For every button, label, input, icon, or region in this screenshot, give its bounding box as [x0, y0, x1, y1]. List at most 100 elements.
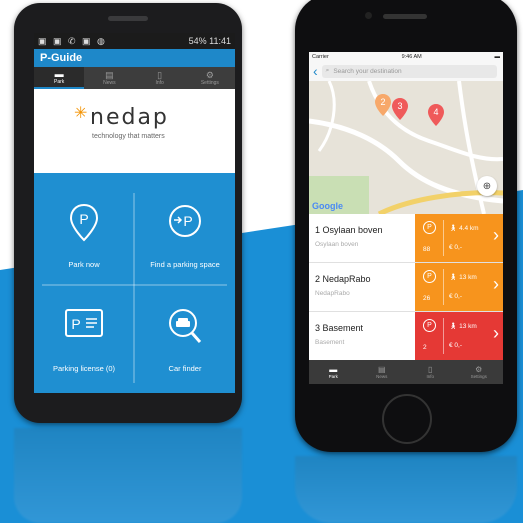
tab-label: News — [376, 374, 388, 379]
back-chevron-icon[interactable]: ‹ — [309, 64, 322, 78]
divider — [443, 318, 444, 354]
iphone: Carrier 9:46 AM ▬ ‹ ⌕ Search your destin… — [295, 0, 517, 452]
status-icons: ▣ ▣ ✆ ▣ ◍ — [38, 35, 107, 46]
parking-icon: P — [423, 319, 436, 332]
tab-label: News — [103, 79, 116, 86]
car-icon: ▬ — [54, 68, 64, 79]
map-marker-2[interactable]: 2 — [374, 93, 392, 117]
garage-name: 2 NedapRabo — [315, 274, 371, 284]
tab-park[interactable]: ▬ Park — [34, 67, 85, 89]
tab-settings[interactable]: ⚙ Settings — [185, 67, 235, 89]
search-input[interactable]: ⌕ Search your destination — [321, 64, 497, 78]
cost: € 0,- — [449, 293, 463, 300]
find-parking-button[interactable]: P Find a parking space — [135, 181, 235, 281]
garage-row[interactable]: 3 Basement Basement P 2 🚶︎ 13 km € 0,- › — [309, 312, 503, 360]
free-spaces: 88 — [423, 246, 431, 253]
parking-license-button[interactable]: P Parking license (0) — [34, 285, 134, 385]
garage-status: P 88 🚶︎ 4.4 km € 0,- › — [415, 214, 503, 262]
map-marker-3[interactable]: 3 — [391, 97, 409, 121]
marker-label: 2 — [380, 97, 385, 107]
logo-wordmark: nedap — [90, 105, 169, 130]
speaker — [108, 16, 148, 21]
garage-info: 1 Osylaan boven Osylaan boven — [309, 214, 415, 262]
svg-text:P: P — [79, 211, 88, 227]
gear-icon: ⚙ — [475, 365, 483, 374]
garage-row[interactable]: 2 NedapRabo NedapRabo P 26 🚶︎ 13 km € 0,… — [309, 263, 503, 311]
garage-info: 3 Basement Basement — [309, 312, 415, 360]
park-now-button[interactable]: P Park now — [34, 181, 134, 281]
walk-icon: 🚶︎ — [449, 274, 458, 281]
tab-label: Park — [53, 78, 65, 85]
car-search-icon — [169, 309, 202, 343]
divider — [443, 269, 444, 305]
iphone-reflection — [295, 456, 517, 523]
front-camera — [365, 12, 372, 19]
tab-park[interactable]: ▬ Park — [309, 360, 358, 384]
distance: 🚶︎ 4.4 km — [449, 224, 479, 232]
distance-value: 4.4 km — [459, 225, 479, 232]
garage-name: 1 Osylaan boven — [315, 225, 383, 235]
distance-value: 13 km — [459, 323, 477, 330]
distance: 🚶︎ 13 km — [449, 273, 477, 281]
tab-label: Info — [155, 79, 164, 86]
car-icon: ▬ — [329, 365, 338, 374]
tab-label: Settings — [470, 374, 487, 379]
arrow-parking-icon: P — [169, 205, 201, 237]
car-finder-button[interactable]: Car finder — [135, 285, 235, 385]
tab-news[interactable]: ▤ News — [358, 360, 407, 384]
map-marker-4[interactable]: 4 — [427, 103, 445, 127]
cost: € 0,- — [449, 244, 463, 251]
logo-tagline: technology that matters — [92, 133, 165, 140]
search-icon: ⌕ — [325, 67, 330, 74]
tab-info[interactable]: ▯ Info — [135, 67, 185, 89]
info-icon: ▯ — [157, 69, 163, 80]
marker-label: 4 — [433, 107, 438, 117]
free-spaces: 2 — [423, 344, 427, 351]
parking-icon: P — [423, 221, 436, 234]
status-bar: Carrier 9:46 AM ▬ — [309, 52, 503, 61]
garage-row[interactable]: 1 Osylaan boven Osylaan boven P 88 🚶︎ 4.… — [309, 214, 503, 262]
garage-info: 2 NedapRabo NedapRabo — [309, 263, 415, 311]
garage-subtitle: NedapRabo — [315, 290, 350, 297]
tab-settings[interactable]: ⚙ Settings — [455, 360, 504, 384]
home-button[interactable] — [382, 394, 432, 444]
android-phone: ▣ ▣ ✆ ▣ ◍ 54% 11:41 P-Guide ▬ Park ▤ News … — [14, 3, 242, 423]
car-finder-label: Car finder — [168, 364, 202, 373]
find-parking-label: Find a parking space — [150, 260, 220, 269]
walk-icon: 🚶︎ — [449, 225, 458, 232]
tab-label: Info — [426, 374, 434, 379]
locate-me-button[interactable]: ⊕ — [477, 176, 497, 196]
park-now-label: Park now — [68, 260, 100, 269]
garage-status: P 2 🚶︎ 13 km € 0,- › — [415, 312, 503, 360]
license-card-icon: P — [65, 309, 103, 337]
chevron-right-icon: › — [493, 323, 499, 343]
gear-icon: ⚙ — [205, 69, 214, 80]
tab-label: Settings — [200, 79, 219, 86]
status-time: 9:46 AM — [401, 53, 422, 60]
marker-label: 3 — [397, 101, 402, 111]
google-logo: Google — [312, 201, 343, 211]
chevron-right-icon: › — [493, 274, 499, 294]
garage-subtitle: Basement — [315, 339, 345, 346]
garage-name: 3 Basement — [315, 323, 364, 333]
menu-grid: P Park now P Find a parking space P Park… — [34, 157, 235, 393]
walk-icon: 🚶︎ — [449, 323, 458, 330]
cost: € 0,- — [449, 342, 463, 349]
search-bar: ‹ ⌕ Search your destination — [309, 61, 503, 82]
tab-bar: ▬ Park ▤ News ▯ Info ⚙ Settings — [309, 360, 503, 384]
app-title: P-Guide — [34, 49, 235, 67]
tab-news[interactable]: ▤ News — [84, 67, 134, 89]
chevron-right-icon: › — [493, 225, 499, 245]
map-view[interactable]: 2 3 4 Google ⊕ — [309, 81, 503, 214]
garage-status: P 26 🚶︎ 13 km € 0,- › — [415, 263, 503, 311]
svg-text:P: P — [183, 213, 192, 229]
tab-bar: ▬ Park ▤ News ▯ Info ⚙ Settings — [34, 67, 235, 89]
iphone-screen: Carrier 9:46 AM ▬ ‹ ⌕ Search your destin… — [309, 52, 503, 384]
parking-pin-icon: P — [69, 203, 99, 242]
info-icon: ▯ — [428, 365, 433, 374]
tab-info[interactable]: ▯ Info — [406, 360, 455, 384]
earpiece — [383, 14, 427, 19]
status-time: 54% 11:41 — [188, 36, 231, 46]
distance-value: 13 km — [459, 274, 477, 281]
parking-license-label: Parking license (0) — [52, 364, 116, 373]
